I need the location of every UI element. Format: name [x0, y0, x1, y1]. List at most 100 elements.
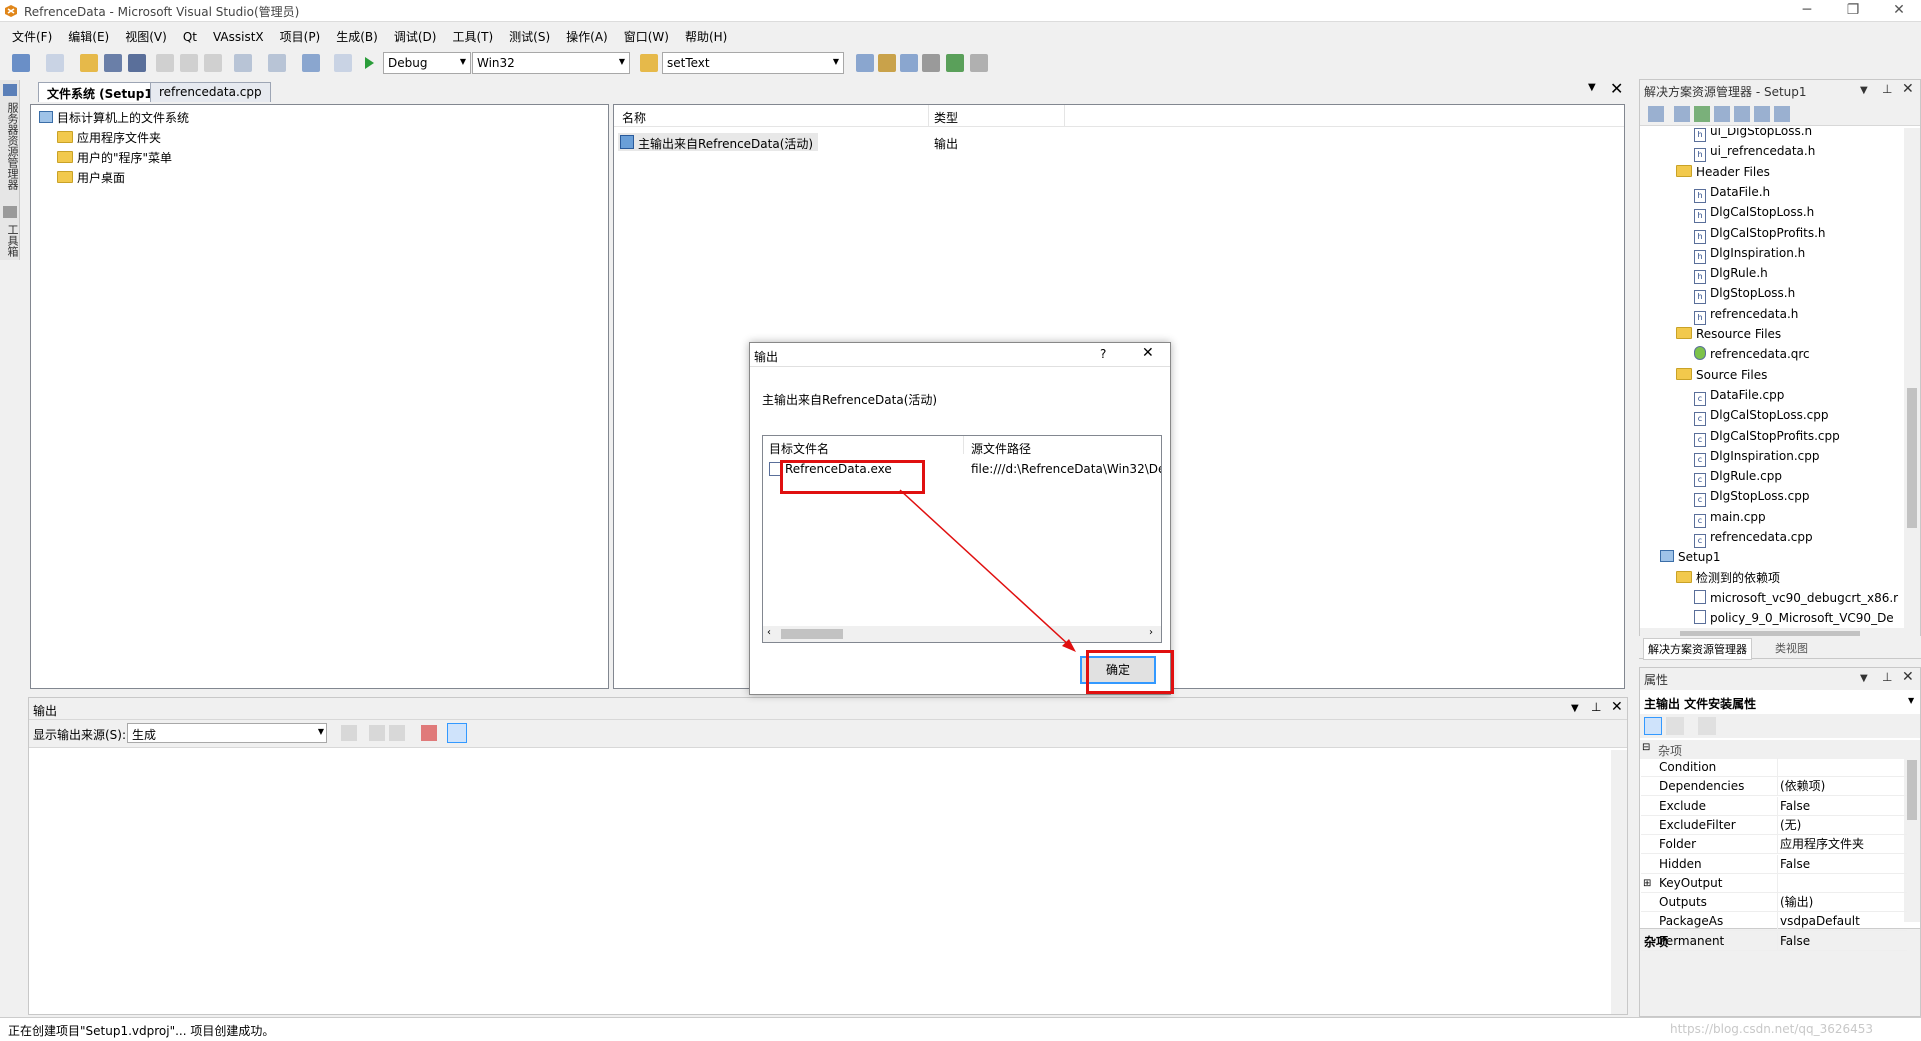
property-row[interactable]: Dependencies (依赖项): [1641, 777, 1907, 797]
redo-icon[interactable]: [268, 54, 286, 72]
menu-qt[interactable]: Qt: [175, 26, 205, 44]
close-document-icon[interactable]: ✕: [1610, 79, 1623, 98]
solution-item[interactable]: c DlgCalStopLoss.cpp: [1694, 406, 1829, 427]
menu-edit[interactable]: 编辑(E): [60, 24, 117, 45]
solution-item[interactable]: c DlgCalStopProfits.cpp: [1694, 427, 1840, 447]
server-explorer-icon[interactable]: [3, 84, 17, 96]
properties-object-selector[interactable]: 主输出 文件安装属性 ▼: [1640, 692, 1920, 712]
find-in-files-icon[interactable]: [640, 54, 658, 72]
solution-item[interactable]: Resource Files: [1676, 325, 1781, 343]
column-name[interactable]: 名称: [622, 109, 646, 126]
property-value[interactable]: (输出): [1780, 893, 1813, 912]
solution-item[interactable]: h ui_refrencedata.h: [1694, 142, 1815, 163]
solution-item[interactable]: c main.cpp: [1694, 508, 1766, 528]
find-combo[interactable]: setText ▼: [662, 52, 844, 74]
solution-explorer-icon[interactable]: [856, 54, 874, 72]
navigate-forward-icon[interactable]: [334, 54, 352, 72]
list-row[interactable]: 主输出来自RefrenceData(活动): [618, 133, 818, 151]
property-row[interactable]: PackageAs vsdpaDefault: [1641, 912, 1907, 932]
menu-build[interactable]: 生成(B): [328, 24, 386, 45]
collapse-icon[interactable]: ⊟: [1642, 742, 1650, 753]
property-value[interactable]: (无): [1780, 816, 1801, 835]
file-system-editor-icon[interactable]: [1674, 106, 1690, 122]
close-panel-icon[interactable]: ✕: [1902, 81, 1914, 97]
dialog-close-button[interactable]: ✕: [1142, 345, 1154, 361]
undo-icon[interactable]: [234, 54, 252, 72]
property-row[interactable]: Outputs (输出): [1641, 893, 1907, 913]
scrollbar-thumb[interactable]: [1907, 388, 1917, 528]
object-browser-icon[interactable]: [900, 54, 918, 72]
solution-item[interactable]: Setup1: [1660, 548, 1721, 566]
panel-dropdown-icon[interactable]: ▼: [1571, 703, 1579, 714]
paste-icon[interactable]: [204, 54, 222, 72]
pin-icon[interactable]: ⊥: [1591, 700, 1601, 714]
solution-item[interactable]: c DlgInspiration.cpp: [1694, 447, 1819, 467]
solution-config-dropdown[interactable]: Debug ▼: [383, 52, 471, 74]
doc-dropdown-icon[interactable]: ▼: [1588, 82, 1596, 93]
menu-view[interactable]: 视图(V): [117, 24, 175, 45]
solution-item[interactable]: 检测到的依赖项: [1676, 569, 1780, 587]
scroll-right-icon[interactable]: ›: [1149, 627, 1153, 638]
navigate-backward-icon[interactable]: [302, 54, 320, 72]
toolbox-tab[interactable]: 工具箱: [4, 224, 20, 257]
solution-item[interactable]: c DlgRule.cpp: [1694, 467, 1782, 488]
categorized-icon[interactable]: [1644, 717, 1662, 735]
property-pages-icon[interactable]: [1698, 717, 1716, 735]
menu-project[interactable]: 项目(P): [272, 24, 329, 45]
column-source-path[interactable]: 源文件路径: [971, 440, 1031, 457]
solution-item[interactable]: Header Files: [1676, 163, 1770, 181]
tree-item-programs-menu[interactable]: 用户的"程序"菜单: [57, 149, 172, 167]
tree-root[interactable]: 目标计算机上的文件系统: [39, 109, 189, 127]
properties-icon[interactable]: [1648, 106, 1664, 122]
solution-item[interactable]: h ui_DlgStopLoss.h: [1694, 128, 1812, 142]
scroll-left-icon[interactable]: ‹: [767, 627, 771, 638]
menu-tools[interactable]: 工具(T): [444, 24, 501, 45]
close-panel-icon[interactable]: ✕: [1902, 669, 1914, 685]
copy-icon[interactable]: [180, 54, 198, 72]
property-row[interactable]: Hidden False: [1641, 854, 1907, 874]
property-row[interactable]: Folder 应用程序文件夹: [1641, 835, 1907, 855]
toolbox-tab-icon[interactable]: [3, 206, 17, 218]
file-types-editor-icon[interactable]: [1714, 106, 1730, 122]
toolbox-icon[interactable]: [922, 54, 940, 72]
scrollbar-thumb[interactable]: [1907, 760, 1917, 820]
minimize-button[interactable]: ─: [1784, 0, 1830, 22]
property-row[interactable]: Condition: [1641, 758, 1907, 777]
solution-item[interactable]: h DlgCalStopProfits.h: [1694, 224, 1826, 244]
close-panel-icon[interactable]: ✕: [1611, 699, 1623, 715]
property-category[interactable]: ⊟ 杂项: [1640, 740, 1904, 759]
save-all-icon[interactable]: [128, 54, 146, 72]
tree-item-desktop[interactable]: 用户桌面: [57, 169, 125, 187]
solution-item[interactable]: h refrencedata.h: [1694, 305, 1798, 325]
solution-item[interactable]: c DlgStopLoss.cpp: [1694, 487, 1809, 508]
solution-item[interactable]: c DataFile.cpp: [1694, 386, 1784, 406]
menu-action[interactable]: 操作(A): [558, 24, 616, 45]
pin-icon[interactable]: ⊥: [1882, 670, 1892, 684]
tab-solution-explorer[interactable]: 解决方案资源管理器: [1643, 638, 1752, 660]
output-source-dropdown[interactable]: 生成 ▼: [127, 723, 327, 743]
menu-vassistx[interactable]: VAssistX: [205, 26, 272, 44]
scrollbar-thumb[interactable]: [781, 629, 843, 639]
menu-debug[interactable]: 调试(D): [386, 24, 445, 45]
panel-dropdown-icon[interactable]: ▼: [1860, 673, 1868, 684]
solution-item[interactable]: h DlgRule.h: [1694, 264, 1768, 285]
word-wrap-icon[interactable]: [447, 723, 467, 743]
new-project-icon[interactable]: [12, 54, 30, 72]
menu-window[interactable]: 窗口(W): [616, 24, 677, 45]
property-value[interactable]: 应用程序文件夹: [1780, 835, 1864, 854]
expand-icon[interactable]: ⊞: [1643, 874, 1651, 893]
open-file-icon[interactable]: [80, 54, 98, 72]
launch-conditions-icon[interactable]: [1774, 106, 1790, 122]
clear-all-icon[interactable]: [421, 725, 437, 741]
property-row[interactable]: Exclude False: [1641, 796, 1907, 816]
property-value[interactable]: False: [1780, 932, 1810, 951]
add-item-icon[interactable]: [46, 54, 64, 72]
solution-item[interactable]: h DlgCalStopLoss.h: [1694, 203, 1814, 224]
close-window-button[interactable]: ✕: [1876, 0, 1921, 22]
tab-refrencedata-cpp[interactable]: refrencedata.cpp: [150, 82, 271, 102]
solution-item[interactable]: c refrencedata.cpp: [1694, 528, 1813, 548]
property-row[interactable]: ExcludeFilter (无): [1641, 815, 1907, 835]
next-message-icon[interactable]: [389, 725, 405, 741]
solution-item[interactable]: policy_9_0_Microsoft_VC90_De: [1694, 609, 1894, 627]
properties-window-icon[interactable]: [878, 54, 896, 72]
